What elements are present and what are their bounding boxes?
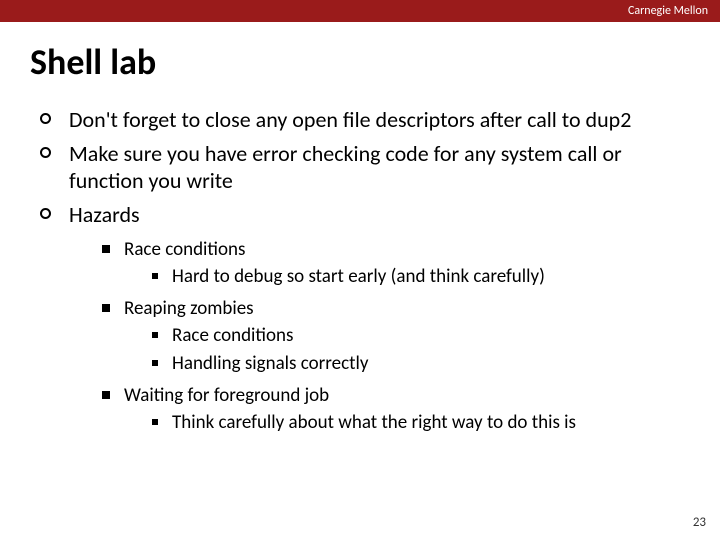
org-label: Carnegie Mellon [628,4,708,18]
list-item: Race conditions [152,324,368,349]
square-bullet-icon [102,304,110,312]
list-item: Think carefully about what the right way… [152,411,576,436]
list-item: Waiting for foreground job Think careful… [102,384,680,439]
list-item: Race conditions Hard to debug so start e… [102,238,680,293]
bullet-text: Don't forget to close any open file desc… [69,106,631,134]
hazard-sub-text: Handling signals correctly [172,352,368,377]
list-item: Make sure you have error checking code f… [40,140,680,195]
hazard-sublist: Race conditions Handling signals correct… [152,324,368,376]
hazard-sub-text: Race conditions [172,324,293,349]
list-item: Don't forget to close any open file desc… [40,106,680,134]
small-square-bullet-icon [152,273,158,279]
hazard-sublist: Hard to debug so start early (and think … [152,265,545,290]
page-number: 23 [693,515,706,530]
list-item: Reaping zombies Race conditions Handling… [102,297,680,380]
hazard-label: Race conditions [124,238,245,261]
bullet-text: Hazards [69,201,140,229]
content-area: Don't forget to close any open file desc… [0,106,720,440]
hazard-sub-text: Think carefully about what the right way… [172,411,576,436]
slide-title: Shell lab [30,40,720,84]
hazard-sublist: Think carefully about what the right way… [152,411,576,436]
hazard-sub-text: Hard to debug so start early (and think … [172,265,545,290]
list-item: Handling signals correctly [152,352,368,377]
topbar: Carnegie Mellon [0,0,720,22]
ring-bullet-icon [40,208,51,219]
main-list: Don't forget to close any open file desc… [40,106,680,228]
square-bullet-icon [102,391,110,399]
ring-bullet-icon [40,113,51,124]
ring-bullet-icon [40,147,51,158]
list-item: Hard to debug so start early (and think … [152,265,545,290]
small-square-bullet-icon [152,332,158,338]
hazards-list: Race conditions Hard to debug so start e… [102,238,680,440]
slide: Carnegie Mellon Shell lab Don't forget t… [0,0,720,540]
list-item: Hazards [40,201,680,229]
hazard-label: Reaping zombies [124,297,254,320]
bullet-text: Make sure you have error checking code f… [69,140,680,195]
square-bullet-icon [102,245,110,253]
small-square-bullet-icon [152,360,158,366]
hazard-label: Waiting for foreground job [124,384,329,407]
small-square-bullet-icon [152,419,158,425]
